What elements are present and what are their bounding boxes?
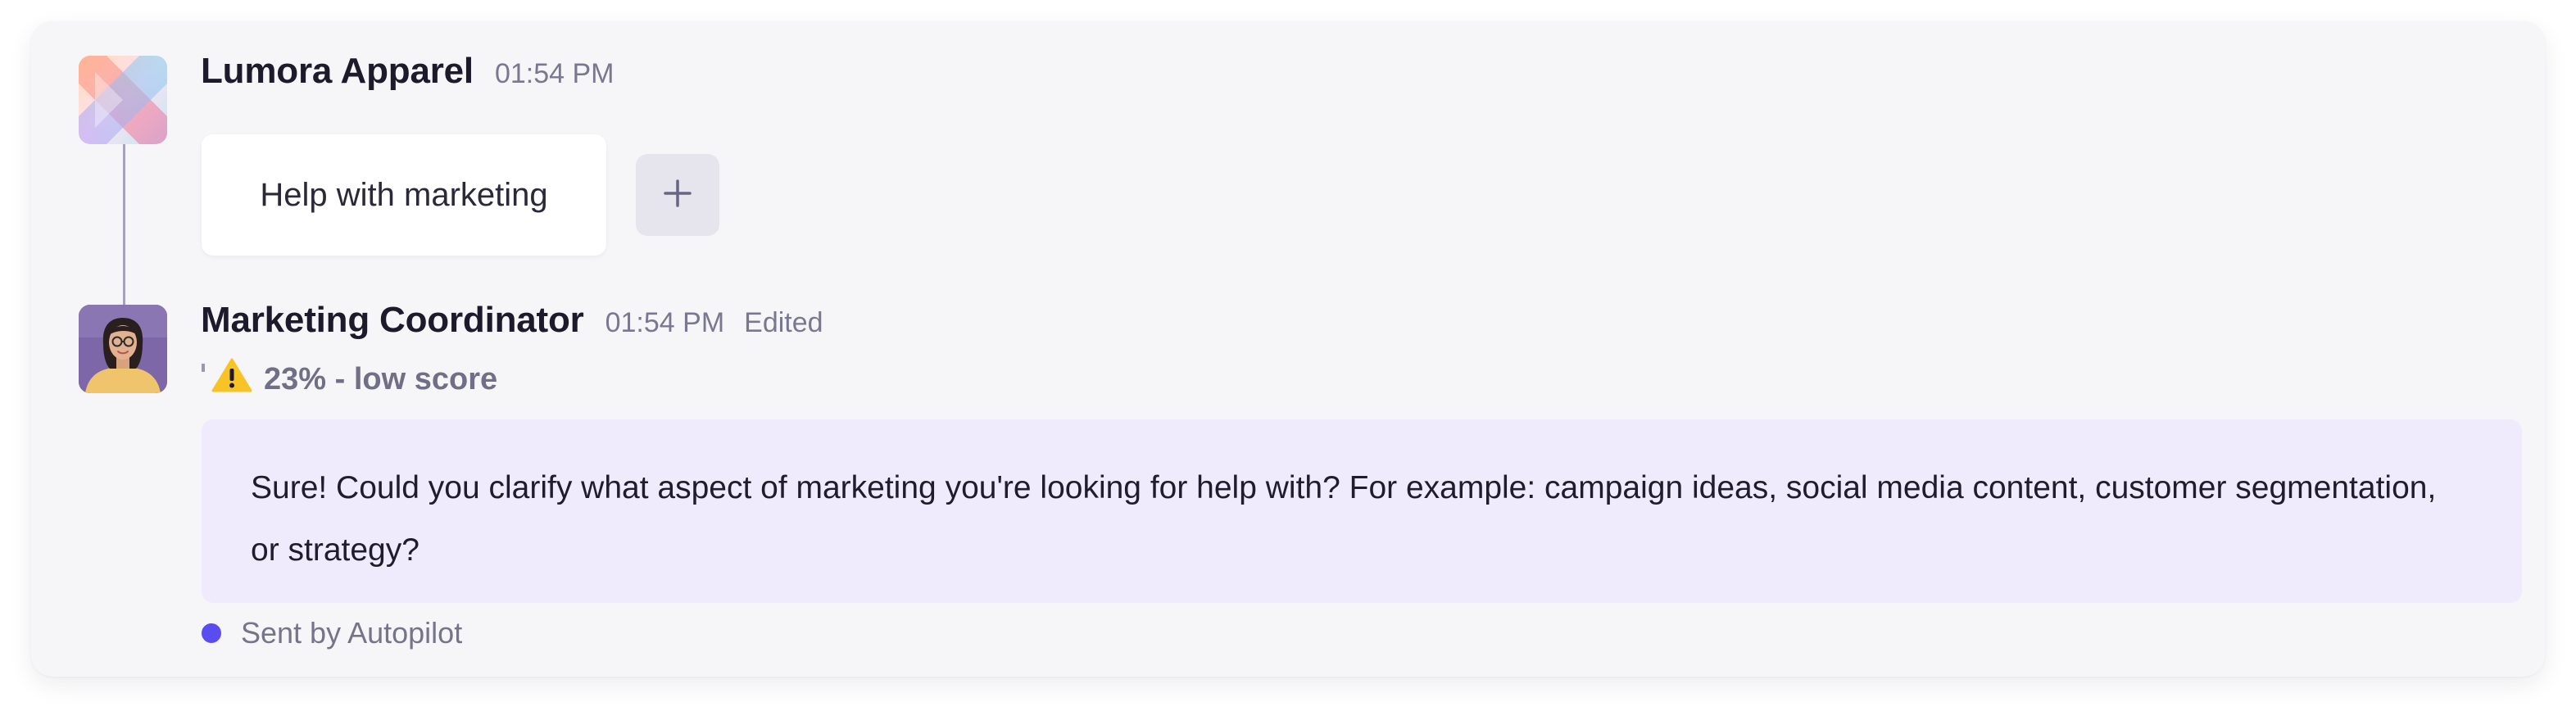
- add-button[interactable]: [636, 154, 719, 236]
- sender-name: Lumora Apparel: [201, 51, 474, 91]
- message-bubble: Sure! Could you clarify what aspect of m…: [202, 419, 2522, 603]
- quick-reply-chip[interactable]: Help with marketing: [202, 134, 606, 256]
- lumora-apparel-logo-icon: [79, 56, 167, 144]
- score-text: 23% - low score: [264, 361, 498, 396]
- sent-by-footer: Sent by Autopilot: [202, 616, 462, 650]
- user-avatar: [79, 305, 167, 393]
- message-header: Marketing Coordinator 01:54 PM Edited: [201, 300, 823, 341]
- message-timestamp: 01:54 PM: [494, 58, 615, 89]
- sent-by-label: Sent by Autopilot: [241, 616, 463, 650]
- message-body: Sure! Could you clarify what aspect of m…: [251, 470, 2437, 568]
- message-timestamp: 01:54 PM: [605, 307, 725, 338]
- score-indicator: 23% - low score: [202, 357, 497, 401]
- plus-icon: [661, 177, 694, 214]
- sender-name: Marketing Coordinator: [201, 300, 584, 340]
- score-marker: [202, 364, 205, 372]
- message-header: Lumora Apparel 01:54 PM: [201, 51, 615, 92]
- thread-connector-line: [123, 144, 125, 305]
- warning-icon: [211, 357, 264, 401]
- edited-label: Edited: [744, 307, 823, 338]
- autopilot-status-dot: [202, 623, 221, 643]
